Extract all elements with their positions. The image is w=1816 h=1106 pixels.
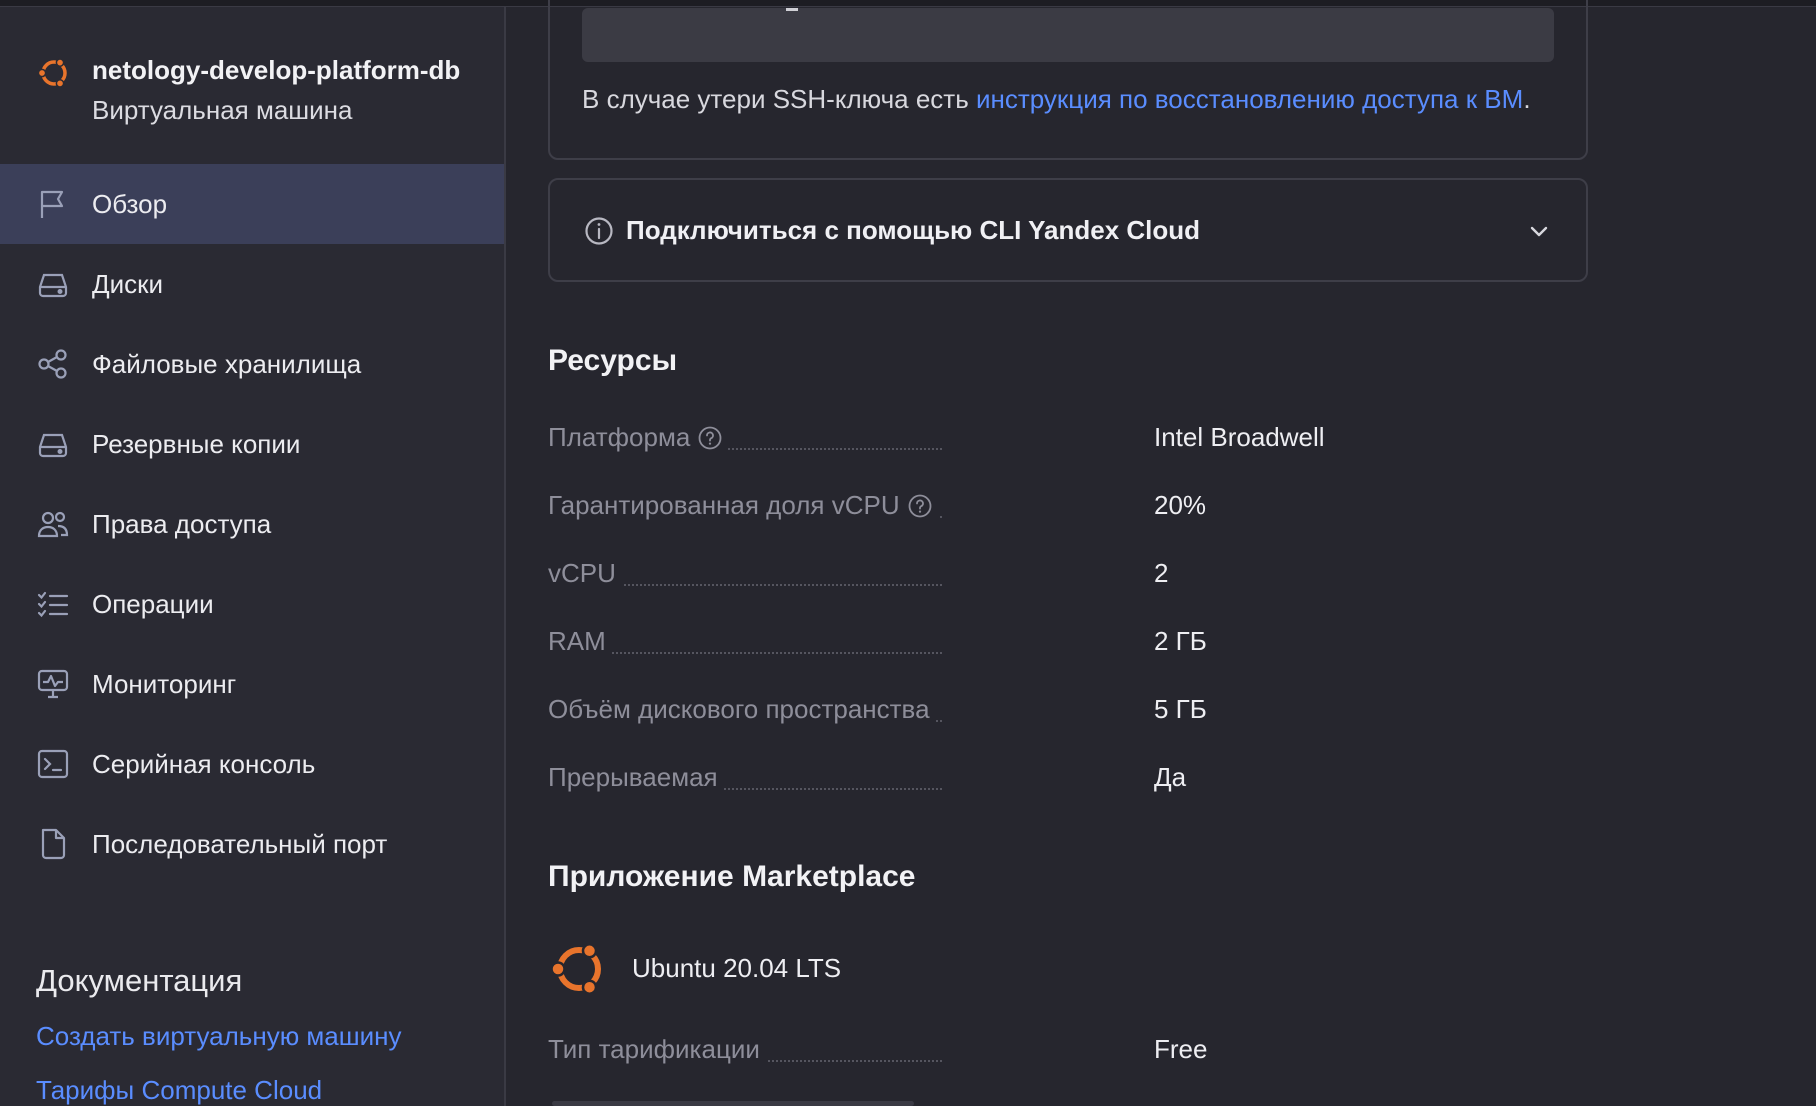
ssh-recovery-link[interactable]: инструкция по восстановлению доступа к В… — [976, 84, 1523, 114]
sidebar-item-backups[interactable]: Резервные копии — [0, 404, 504, 484]
sidebar-item-file-storage[interactable]: Файловые хранилища — [0, 324, 504, 404]
ssh-command-box[interactable] — [582, 8, 1554, 62]
resource-key: Гарантированная доля vCPU — [548, 490, 938, 521]
flag-icon — [40, 190, 64, 218]
ssh-note-prefix: В случае утери SSH-ключа есть — [582, 84, 976, 114]
resource-row-disk-space: Объём дискового пространства 5 ГБ — [548, 694, 1328, 730]
disk-icon — [38, 273, 68, 298]
sidebar-nav: Обзор Диски Файловые хранилища Резервные… — [0, 164, 504, 884]
cli-connect-expander[interactable]: Подключиться с помощью CLI Yandex Cloud — [548, 178, 1588, 282]
backup-icon — [38, 433, 68, 458]
resource-key: Объём дискового пространства — [548, 694, 936, 725]
sidebar-item-serial-console[interactable]: Серийная консоль — [0, 724, 504, 804]
sidebar-item-label: Диски — [92, 268, 164, 299]
marketplace-title: Приложение Marketplace — [548, 860, 916, 893]
docs-link-pricing[interactable]: Тарифы Compute Cloud — [36, 1075, 322, 1106]
resource-row-platform: Платформа Intel Broadwell — [548, 422, 1328, 458]
sidebar-item-overview[interactable]: Обзор — [0, 164, 504, 244]
info-icon — [585, 217, 613, 245]
sidebar: netology-develop-platform-db Виртуальная… — [0, 7, 506, 1106]
resource-value: Intel Broadwell — [1154, 422, 1325, 452]
resource-row-vcpu-share: Гарантированная доля vCPU 20% — [548, 490, 1328, 526]
billing-type-row: Тип тарификации Free — [548, 1034, 1328, 1070]
docs-title: Документация — [36, 963, 243, 998]
sidebar-item-label: Последовательный порт — [92, 828, 388, 859]
vm-type: Виртуальная машина — [92, 95, 353, 125]
sidebar-item-label: Файловые хранилища — [92, 348, 362, 379]
partially-visible-element — [552, 1101, 914, 1106]
help-icon[interactable] — [908, 494, 932, 518]
billing-value: Free — [1154, 1034, 1208, 1064]
sidebar-item-label: Операции — [92, 588, 214, 619]
sidebar-item-serial-port[interactable]: Последовательный порт — [0, 804, 504, 884]
resource-key: RAM — [548, 626, 612, 657]
billing-key: Тип тарификации — [548, 1034, 766, 1065]
sidebar-item-operations[interactable]: Операции — [0, 564, 504, 644]
ubuntu-logo-icon — [550, 943, 601, 995]
ubuntu-logo-icon — [37, 58, 67, 88]
vm-name: netology-develop-platform-db — [92, 55, 461, 85]
sidebar-item-label: Обзор — [92, 188, 168, 219]
resource-row-preemptible: Прерываемая Да — [548, 762, 1328, 798]
resource-row-vcpu: vCPU 2 — [548, 558, 1328, 594]
cli-connect-label: Подключиться с помощью CLI Yandex Cloud — [626, 215, 1201, 245]
main-content: В случае утери SSH-ключа есть инструкция… — [506, 0, 1816, 1106]
resource-key-text: Платформа — [548, 422, 691, 452]
chevron-down-icon — [1530, 226, 1548, 237]
sidebar-item-monitoring[interactable]: Мониторинг — [0, 644, 504, 724]
resource-value: 2 ГБ — [1154, 626, 1207, 656]
sidebar-item-disks[interactable]: Диски — [0, 244, 504, 324]
resource-value: 20% — [1154, 490, 1207, 520]
resource-key: vCPU — [548, 558, 622, 589]
resource-value: 2 — [1154, 558, 1169, 588]
text-cursor — [786, 8, 798, 11]
sidebar-item-label: Мониторинг — [92, 668, 237, 699]
marketplace-app-name: Ubuntu 20.04 LTS — [632, 953, 842, 983]
help-icon[interactable] — [698, 426, 722, 450]
terminal-icon — [37, 749, 69, 779]
docs-link-create-vm[interactable]: Создать виртуальную машину — [36, 1021, 402, 1052]
monitor-icon — [37, 669, 69, 699]
ssh-note-suffix: . — [1523, 84, 1531, 114]
ssh-card: В случае утери SSH-ключа есть инструкция… — [548, 0, 1588, 160]
sidebar-item-label: Серийная консоль — [92, 748, 316, 779]
resource-value: 5 ГБ — [1154, 694, 1207, 724]
sidebar-item-label: Права доступа — [92, 508, 272, 539]
resource-key-text: Гарантированная доля vCPU — [548, 490, 900, 520]
sidebar-item-label: Резервные копии — [92, 428, 301, 459]
sidebar-item-access[interactable]: Права доступа — [0, 484, 504, 564]
resource-value: Да — [1154, 762, 1187, 792]
resources-title: Ресурсы — [548, 344, 678, 377]
file-icon — [41, 828, 66, 860]
share-icon — [38, 349, 67, 379]
resource-row-ram: RAM 2 ГБ — [548, 626, 1328, 662]
users-icon — [37, 511, 69, 538]
resource-key: Платформа — [548, 422, 729, 453]
ssh-recovery-note: В случае утери SSH-ключа есть инструкция… — [582, 84, 1531, 115]
list-icon — [37, 591, 69, 618]
resource-key: Прерываемая — [548, 762, 724, 793]
